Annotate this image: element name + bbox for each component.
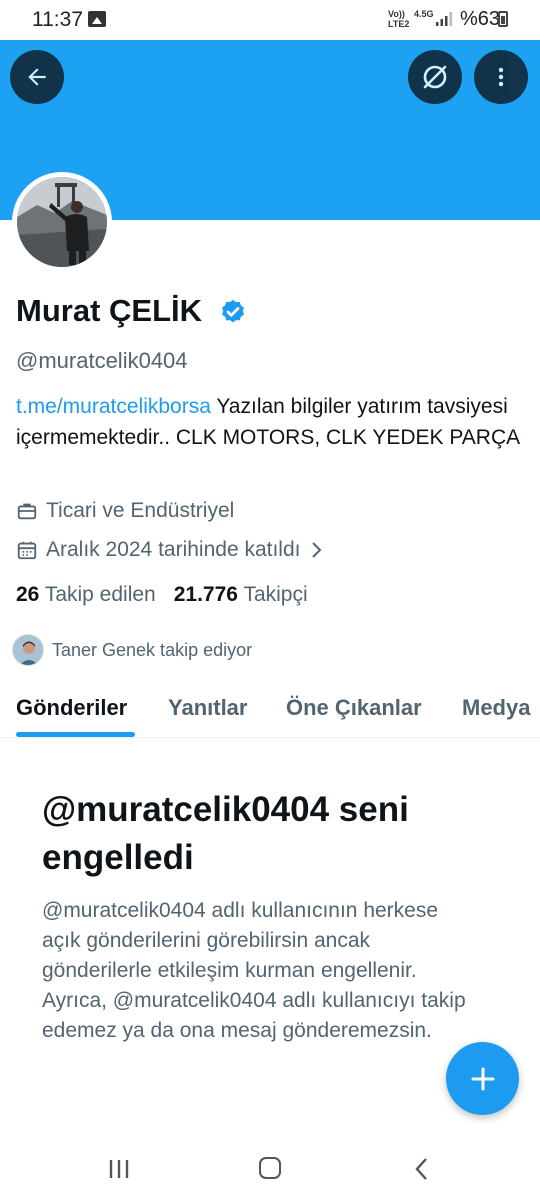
followers-link[interactable]: 21.776 Takipçi — [174, 583, 308, 606]
profile-avatar[interactable] — [12, 172, 112, 272]
following-link[interactable]: 26 Takip edilen — [16, 583, 156, 606]
tab-posts[interactable]: Gönderiler — [16, 695, 127, 721]
back-nav-icon[interactable] — [412, 1157, 432, 1181]
system-navigation-bar — [0, 1140, 540, 1199]
joined-label: Aralık 2024 tarihinde katıldı — [46, 538, 301, 561]
tab-highlights[interactable]: Öne Çıkanlar — [286, 695, 422, 721]
briefcase-icon — [17, 503, 37, 520]
more-options-button[interactable] — [474, 50, 528, 104]
verified-badge-icon — [222, 299, 244, 323]
category-label: Ticari ve Endüstriyel — [46, 499, 235, 522]
followed-by-label: Taner Genek takip ediyor — [52, 639, 253, 660]
followed-by-row[interactable]: Taner Genek takip ediyor — [12, 634, 252, 666]
blocked-description: @muratcelik0404 adlı kullanıcının herkes… — [42, 899, 466, 1042]
active-tab-indicator — [16, 732, 135, 737]
mutual-avatar-photo — [13, 635, 43, 665]
blocked-title: @muratcelik0404 seni engelledi — [42, 790, 409, 877]
profile-category: Ticari ve Endüstriyel — [16, 499, 234, 523]
compose-button[interactable] — [446, 1042, 519, 1115]
mutual-avatar — [12, 634, 44, 666]
lte-label: LTE2 — [388, 19, 410, 29]
profile-joined[interactable]: Aralık 2024 tarihinde katıldı — [16, 538, 332, 562]
profile-tabs: Gönderiler Yanıtlar Öne Çıkanlar Medya — [0, 684, 540, 738]
status-time: 11:37 — [32, 8, 83, 31]
calendar-icon — [17, 541, 37, 560]
battery-icon — [498, 11, 508, 27]
followers-count: 21.776 — [173, 583, 238, 606]
chevron-right-icon — [312, 542, 322, 558]
profile-name: Murat ÇELİK — [16, 293, 202, 328]
tab-media[interactable]: Medya — [462, 695, 530, 721]
arrow-left-icon — [28, 68, 46, 86]
profile-handle: @muratcelik0404 — [16, 348, 188, 373]
following-count: 26 — [16, 583, 40, 606]
following-label: Takip edilen — [44, 583, 156, 606]
recent-apps-icon[interactable] — [108, 1159, 130, 1179]
status-bar: 11:37 Vo)) LTE2 4.5G %63 — [0, 0, 540, 40]
bio-link[interactable]: t.me/muratcelikborsa — [16, 395, 211, 418]
profile-bio: t.me/muratcelikborsa Yazılan bilgiler ya… — [16, 391, 521, 453]
follow-stats: 26 Takip edilen 21.776 Takipçi — [16, 583, 308, 607]
network-type-label: 4.5G — [414, 9, 434, 19]
followers-label: Takipçi — [243, 583, 308, 606]
more-vertical-icon — [498, 67, 504, 87]
gallery-notification-icon — [88, 11, 106, 27]
grok-button[interactable] — [408, 50, 462, 104]
home-icon[interactable] — [259, 1157, 281, 1179]
signal-icon — [436, 12, 452, 26]
volte-label: Vo)) — [388, 9, 405, 19]
network-indicator: Vo)) LTE2 — [388, 9, 409, 29]
tab-replies[interactable]: Yanıtlar — [168, 695, 247, 721]
back-button[interactable] — [10, 50, 64, 104]
battery-percent: %63 — [460, 8, 501, 30]
plus-icon — [471, 1067, 494, 1090]
avatar-photo — [17, 177, 107, 267]
grok-icon — [423, 65, 447, 89]
